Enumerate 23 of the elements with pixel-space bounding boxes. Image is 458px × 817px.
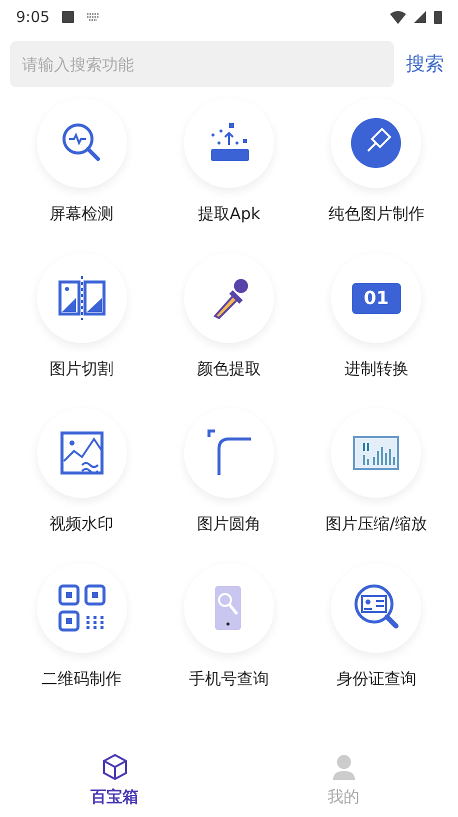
tool-button[interactable]: 图片切割 xyxy=(8,253,156,381)
nav-tab[interactable]: 百宝箱 xyxy=(0,745,229,817)
tool-button[interactable]: 01 进制转换 xyxy=(302,253,450,381)
tool-button[interactable]: 颜色提取 xyxy=(155,253,303,381)
signal-icon xyxy=(414,11,426,23)
tool-button[interactable]: 图片圆角 xyxy=(155,408,303,536)
search-field[interactable]: 请输入搜索功能 xyxy=(10,41,394,87)
wifi-icon xyxy=(390,10,406,24)
battery-icon xyxy=(434,10,442,24)
status-time: 9:05 xyxy=(16,6,50,28)
tool-button[interactable]: 纯色图片制作 xyxy=(302,98,450,226)
cube-icon xyxy=(100,753,128,781)
binary-badge-icon: 01 xyxy=(352,282,401,314)
tool-button[interactable]: 身份证查询 xyxy=(302,563,450,691)
tool-button[interactable]: 屏幕检测 xyxy=(8,98,156,226)
qr-code-icon xyxy=(56,582,108,634)
keyboard-icon xyxy=(86,13,100,21)
tool-button[interactable]: 提取Apk xyxy=(155,98,303,226)
tool-button[interactable]: 手机号查询 xyxy=(155,563,303,691)
tool-button[interactable]: 图片压缩/缩放 xyxy=(302,408,450,536)
tool-button[interactable]: 视频水印 xyxy=(8,408,156,536)
tool-button[interactable]: 二维码制作 xyxy=(8,563,156,691)
search-button[interactable]: 搜索 xyxy=(406,50,448,78)
